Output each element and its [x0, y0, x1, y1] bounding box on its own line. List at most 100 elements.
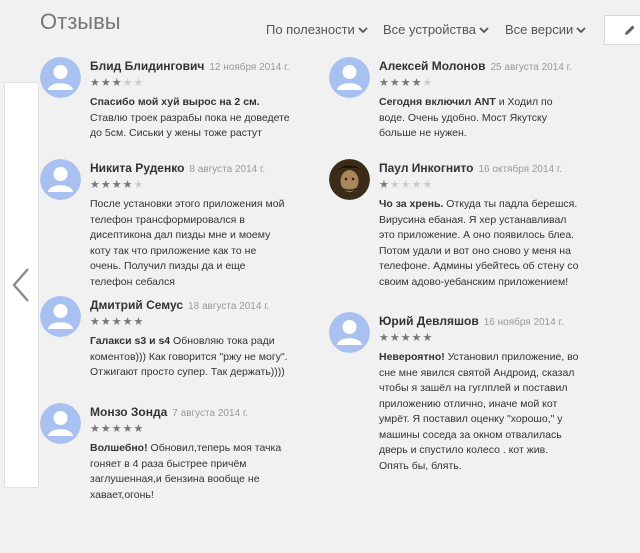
review-date: 16 ноября 2014 г.: [483, 317, 564, 328]
star-filled-icon: ★: [111, 77, 123, 89]
star-filled-icon: ★: [122, 423, 134, 435]
user-avatar-icon: [40, 403, 81, 444]
review-text: Волшебно! Обновил,теперь моя тачка гоняе…: [90, 441, 290, 503]
review-body: Ставлю троек разрабы пока не доведете до…: [90, 111, 290, 140]
star-empty-icon: ★: [400, 179, 412, 191]
star-filled-icon: ★: [111, 423, 123, 435]
review-date: 16 октября 2014 г.: [478, 164, 563, 175]
star-filled-icon: ★: [389, 77, 401, 89]
star-filled-icon: ★: [122, 316, 134, 328]
star-filled-icon: ★: [379, 332, 390, 344]
all-devices-dropdown[interactable]: Все устройства: [383, 22, 491, 37]
avatar[interactable]: [40, 159, 81, 200]
star-filled-icon: ★: [122, 179, 134, 191]
review-date: 25 августа 2014 г.: [490, 62, 572, 73]
star-filled-icon: ★: [133, 423, 145, 435]
star-rating: ★★★★★: [90, 76, 144, 89]
star-rating: ★★★★★: [379, 331, 433, 344]
avatar[interactable]: [40, 57, 81, 98]
review-text: Спасибо мой хуй вырос на 2 см. Ставлю тр…: [90, 95, 290, 142]
star-filled-icon: ★: [411, 77, 423, 89]
review-author[interactable]: Алексей Молонов 25 августа 2014 г.: [379, 59, 572, 73]
user-avatar-icon: [329, 159, 370, 200]
review-body: После установки этого приложения мой тел…: [90, 198, 285, 288]
filter-label: Все устройства: [383, 22, 476, 37]
avatar[interactable]: [329, 312, 370, 353]
star-rating: ★★★★★: [379, 178, 433, 191]
star-filled-icon: ★: [100, 423, 112, 435]
review-text: После установки этого приложения мой тел…: [90, 197, 290, 290]
review-headline: Волшебно!: [90, 442, 148, 454]
star-filled-icon: ★: [411, 332, 423, 344]
review-headline: Спасибо мой хуй вырос на 2 см.: [90, 96, 260, 108]
author-name: Блид Блидингович: [90, 59, 205, 73]
star-filled-icon: ★: [90, 77, 101, 89]
review-author[interactable]: Юрий Девляшов 16 ноября 2014 г.: [379, 314, 564, 328]
review-headline: Чо за хрень.: [379, 198, 444, 210]
star-filled-icon: ★: [100, 316, 112, 328]
star-filled-icon: ★: [422, 332, 434, 344]
avatar[interactable]: [329, 159, 370, 200]
review-author[interactable]: Никита Руденко 8 августа 2014 г.: [90, 161, 265, 175]
star-filled-icon: ★: [379, 77, 390, 89]
star-rating: ★★★★★: [90, 315, 144, 328]
review-author[interactable]: Паул Инкогнито 16 октября 2014 г.: [379, 161, 562, 175]
review-text: Невероятно! Установил приложение, во сне…: [379, 350, 579, 474]
chevron-down-icon: [358, 22, 370, 37]
author-name: Алексей Молонов: [379, 59, 486, 73]
review-author[interactable]: Блид Блидингович 12 ноября 2014 г.: [90, 59, 289, 73]
review-date: 18 августа 2014 г.: [188, 301, 270, 312]
star-filled-icon: ★: [90, 316, 101, 328]
user-avatar-icon: [40, 159, 81, 200]
star-empty-icon: ★: [122, 77, 134, 89]
review-author[interactable]: Дмитрий Семус 18 августа 2014 г.: [90, 298, 269, 312]
review-headline: Невероятно!: [379, 351, 445, 363]
user-avatar-icon: [329, 57, 370, 98]
star-filled-icon: ★: [111, 179, 123, 191]
filter-label: Все версии: [505, 22, 574, 37]
review-headline: Галакси s3 и s4: [90, 335, 171, 347]
chevron-down-icon: [576, 22, 588, 37]
review-headline: Сегодня включил ANT: [379, 96, 496, 108]
star-filled-icon: ★: [379, 179, 390, 191]
star-empty-icon: ★: [411, 179, 423, 191]
star-filled-icon: ★: [389, 332, 401, 344]
star-filled-icon: ★: [133, 316, 145, 328]
star-filled-icon: ★: [400, 77, 412, 89]
avatar[interactable]: [40, 296, 81, 337]
all-versions-dropdown[interactable]: Все версии: [505, 22, 588, 37]
review-date: 12 ноября 2014 г.: [209, 62, 290, 73]
review-author[interactable]: Монзо Зонда 7 августа 2014 г.: [90, 405, 248, 419]
review-text: Галакси s3 и s4 Обновляю тока ради комен…: [90, 334, 290, 381]
user-avatar-icon: [40, 57, 81, 98]
user-avatar-icon: [40, 296, 81, 337]
star-empty-icon: ★: [133, 179, 145, 191]
review-date: 7 августа 2014 г.: [172, 408, 249, 419]
star-rating: ★★★★★: [90, 178, 144, 191]
star-filled-icon: ★: [100, 77, 112, 89]
author-name: Дмитрий Семус: [90, 298, 184, 312]
review-body: Установил приложение, во сне мне явился …: [379, 351, 579, 472]
author-name: Никита Руденко: [90, 161, 185, 175]
star-empty-icon: ★: [422, 77, 434, 89]
page-title: Отзывы: [40, 9, 121, 34]
write-review-button[interactable]: [604, 15, 640, 45]
star-filled-icon: ★: [100, 179, 112, 191]
review-text: Сегодня включил ANT и Ходил по воде. Оче…: [379, 95, 579, 142]
star-rating: ★★★★★: [90, 422, 144, 435]
star-filled-icon: ★: [90, 179, 101, 191]
filter-label: По полезности: [266, 22, 355, 37]
pencil-icon: [625, 25, 635, 35]
sort-by-helpfulness-dropdown[interactable]: По полезности: [266, 22, 370, 37]
avatar[interactable]: [329, 57, 370, 98]
star-empty-icon: ★: [389, 179, 401, 191]
star-empty-icon: ★: [422, 179, 434, 191]
author-name: Монзо Зонда: [90, 405, 168, 419]
previous-reviews-button[interactable]: [4, 82, 39, 488]
user-avatar-icon: [329, 312, 370, 353]
avatar[interactable]: [40, 403, 81, 444]
star-filled-icon: ★: [400, 332, 412, 344]
star-filled-icon: ★: [111, 316, 123, 328]
author-name: Юрий Девляшов: [379, 314, 479, 328]
star-rating: ★★★★★: [379, 76, 433, 89]
